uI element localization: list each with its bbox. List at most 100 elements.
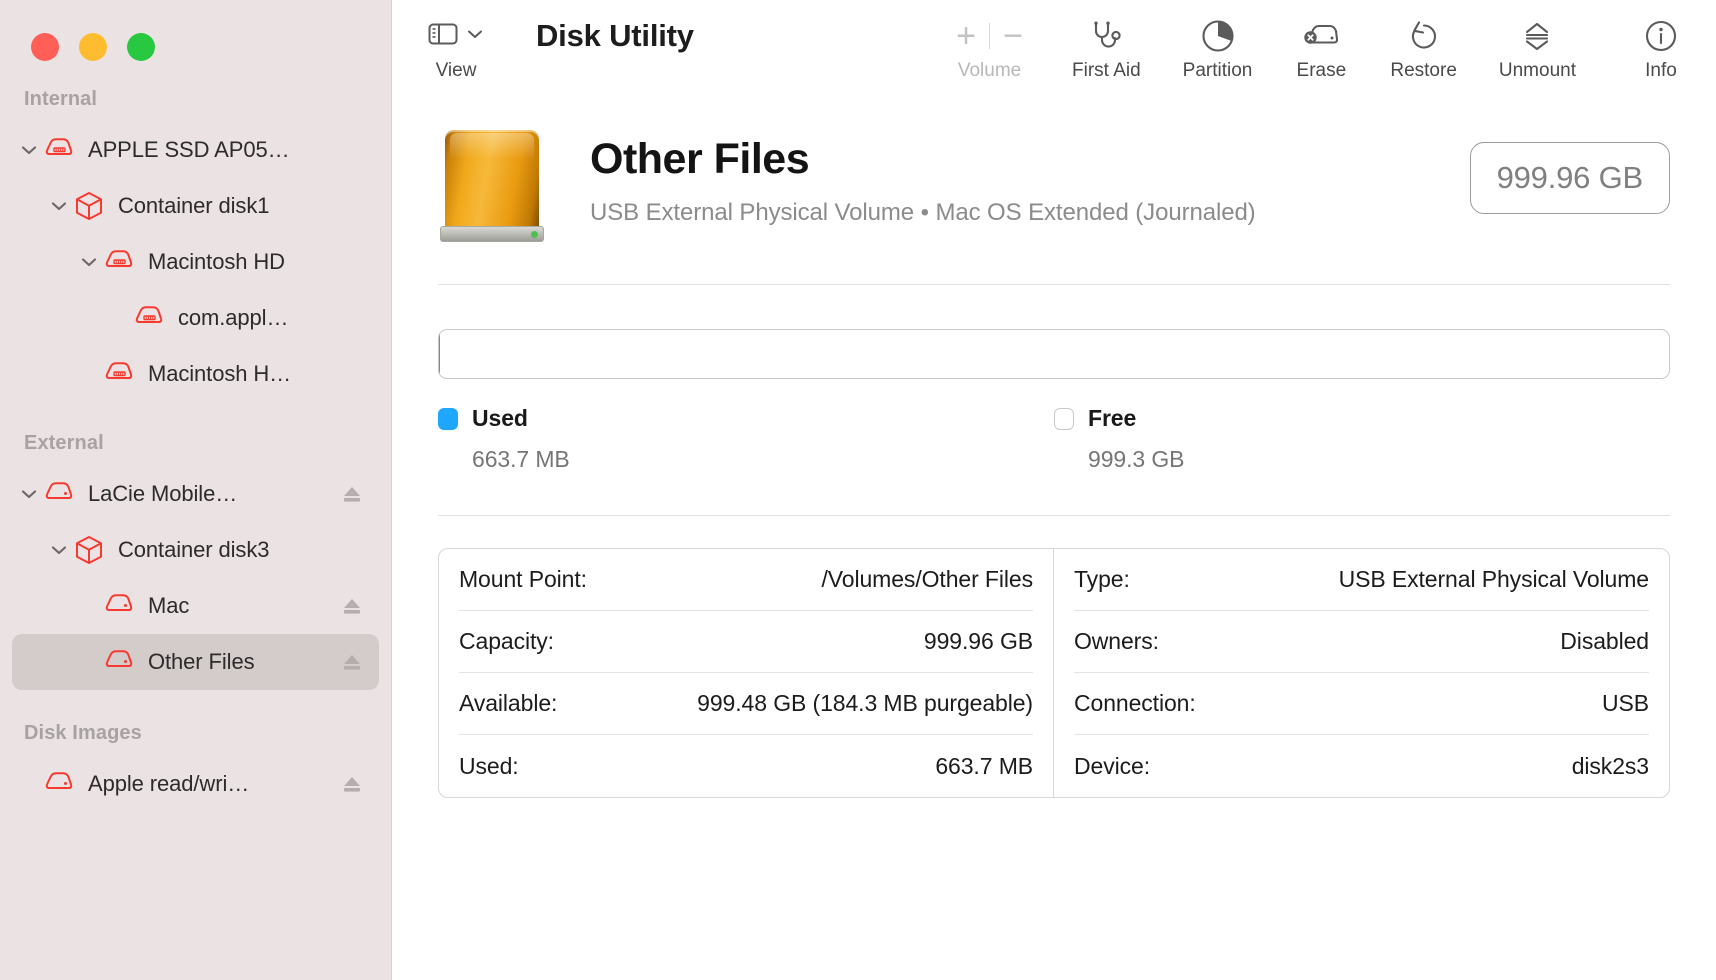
free-swatch: [1054, 408, 1074, 430]
sidebar-item-container-disk1[interactable]: Container disk1: [12, 178, 379, 234]
partition-label: Partition: [1183, 60, 1253, 82]
sidebar-item-label: LaCie Mobile…: [88, 481, 331, 507]
restore-button[interactable]: Restore: [1390, 14, 1457, 82]
chevron-down-icon[interactable]: [466, 27, 484, 45]
close-button[interactable]: [31, 33, 59, 61]
unmount-icon: [1521, 14, 1553, 58]
info-button[interactable]: Info: [1634, 14, 1688, 82]
partition-button[interactable]: Partition: [1183, 14, 1253, 82]
sidebar-item-macintosh-h[interactable]: Macintosh H…: [12, 346, 379, 402]
sidebar-item-label: Macintosh HD: [148, 249, 331, 275]
internal-drive-icon: [102, 245, 136, 279]
add-volume-button[interactable]: +: [949, 19, 983, 53]
internal-drive-icon: [102, 357, 136, 391]
info-row: Mount Point: /Volumes/Other Files: [459, 549, 1033, 611]
sidebar-item-com-appl[interactable]: com.appl…: [12, 290, 379, 346]
external-drive-illustration: [438, 130, 546, 242]
sidebar-item-label: Macintosh H…: [148, 361, 331, 387]
capacity-badge: 999.96 GB: [1470, 142, 1670, 214]
sidebar-item-label: Container disk3: [118, 537, 331, 563]
main-content: View Disk Utility + − Volume: [392, 0, 1716, 980]
info-value: 663.7 MB: [935, 753, 1033, 780]
container-icon: [72, 533, 106, 567]
usage-legend: Used 663.7 MB Free 999.3 GB: [438, 405, 1670, 473]
info-row: Owners: Disabled: [1074, 611, 1649, 673]
internal-drive-icon: [132, 301, 166, 335]
chevron-down-icon[interactable]: [46, 193, 72, 219]
page-title: Disk Utility: [536, 14, 694, 58]
used-label: Used: [472, 405, 528, 432]
unmount-button[interactable]: Unmount: [1499, 14, 1576, 82]
external-drive-icon: [102, 645, 136, 679]
info-key: Mount Point:: [459, 566, 587, 593]
eject-icon[interactable]: [339, 481, 365, 507]
chevron-down-icon[interactable]: [76, 249, 102, 275]
header-divider: [438, 284, 1670, 285]
window-controls: [0, 0, 391, 66]
info-value: disk2s3: [1572, 753, 1649, 780]
internal-drive-icon: [42, 133, 76, 167]
minimize-button[interactable]: [79, 33, 107, 61]
external-drive-icon: [42, 477, 76, 511]
info-key: Device:: [1074, 753, 1150, 780]
info-label: Info: [1645, 60, 1677, 82]
info-row: Connection:USB: [1074, 673, 1649, 735]
external-drive-icon: [102, 589, 136, 623]
info-value: USB: [1602, 690, 1649, 717]
first-aid-button[interactable]: First Aid: [1072, 14, 1141, 82]
info-column-right: Type: USB External Physical Volume Owners:…: [1054, 549, 1669, 797]
sidebar-item-container-disk3[interactable]: Container disk3: [12, 522, 379, 578]
info-value: USB External Physical Volume: [1339, 566, 1649, 593]
erase-disk-icon: [1302, 14, 1340, 58]
sidebar-item-apple-ssd-ap05[interactable]: APPLE SSD AP05…: [12, 122, 379, 178]
usage-bar-used-fill: [439, 330, 440, 378]
sidebar: InternalAPPLE SSD AP05…Container disk1Ma…: [0, 0, 392, 980]
sidebar-item-label: APPLE SSD AP05…: [88, 137, 331, 163]
info-icon: [1645, 14, 1677, 58]
chevron-down-icon[interactable]: [16, 481, 42, 507]
info-key: Available:: [459, 690, 557, 717]
sidebar-item-label: Apple read/wri…: [88, 771, 331, 797]
eject-icon[interactable]: [339, 771, 365, 797]
zoom-button[interactable]: [127, 33, 155, 61]
sidebar-toggle-icon[interactable]: [428, 22, 458, 51]
erase-button[interactable]: Erase: [1294, 14, 1348, 82]
eject-icon[interactable]: [339, 649, 365, 675]
volume-control: + − Volume: [949, 14, 1030, 82]
legend-free: Free 999.3 GB: [1054, 405, 1670, 473]
toolbar-divider: [989, 23, 990, 49]
usage-bar: [438, 329, 1670, 379]
sidebar-item-mac[interactable]: Mac: [12, 578, 379, 634]
free-label: Free: [1088, 405, 1136, 432]
toolbar: View Disk Utility + − Volume: [392, 0, 1716, 98]
info-row: Device: disk2s3: [1074, 735, 1649, 797]
sidebar-item-other-files[interactable]: Other Files: [12, 634, 379, 690]
sidebar-item-apple-read-wri[interactable]: Apple read/wri…: [12, 756, 379, 812]
sidebar-section-header: External: [0, 430, 391, 456]
first-aid-label: First Aid: [1072, 60, 1141, 82]
view-control[interactable]: View: [428, 14, 484, 82]
chevron-down-icon[interactable]: [16, 137, 42, 163]
volume-name: Other Files: [590, 132, 1470, 186]
chevron-down-icon[interactable]: [46, 537, 72, 563]
unmount-label: Unmount: [1499, 60, 1576, 82]
info-row: Available:999.48 GB (184.3 MB purgeable): [459, 673, 1033, 735]
volume-titles: Other Files USB External Physical Volume…: [590, 126, 1470, 228]
volume-header: Other Files USB External Physical Volume…: [438, 98, 1670, 240]
remove-volume-button[interactable]: −: [996, 19, 1030, 53]
sidebar-item-macintosh-hd[interactable]: Macintosh HD: [12, 234, 379, 290]
info-value: Disabled: [1560, 628, 1649, 655]
info-column-left: Mount Point:/Volumes/Other FilesCapacity…: [439, 549, 1054, 797]
usage-divider: [438, 515, 1670, 516]
erase-label: Erase: [1297, 60, 1347, 82]
info-key: Owners:: [1074, 628, 1159, 655]
restore-arrow-icon: [1408, 14, 1440, 58]
used-swatch: [438, 408, 458, 430]
info-row: Used:663.7 MB: [459, 735, 1033, 797]
eject-icon[interactable]: [339, 593, 365, 619]
info-value: /Volumes/Other Files: [822, 566, 1033, 593]
sidebar-item-lacie-mobile[interactable]: LaCie Mobile…: [12, 466, 379, 522]
info-key: Type:: [1074, 566, 1130, 593]
usage-section: Used 663.7 MB Free 999.3 GB: [438, 329, 1670, 473]
view-label: View: [436, 60, 477, 82]
